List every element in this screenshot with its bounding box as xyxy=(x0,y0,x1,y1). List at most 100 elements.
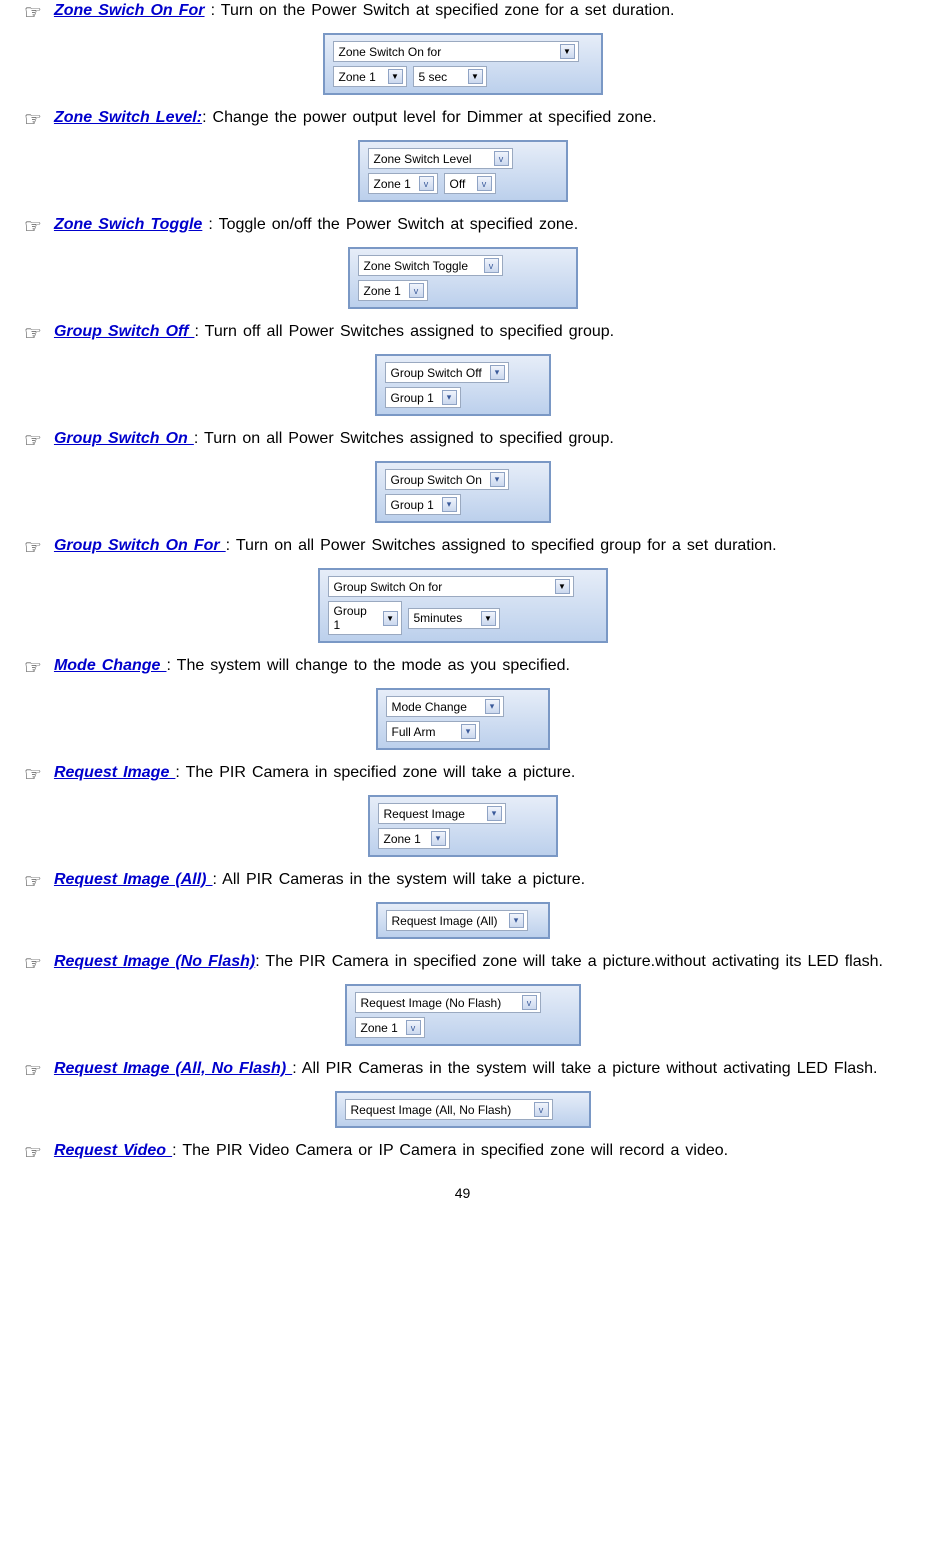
dropdown-select[interactable]: Full Arm▾ xyxy=(386,721,480,742)
dropdown-panel: Request Image (All)▾ xyxy=(376,902,550,939)
dropdown-select[interactable]: Zone 1▾ xyxy=(378,828,450,849)
dropdown-panel: Zone Switch Togglev Zone 1v xyxy=(348,247,578,309)
item-text: Group Switch Off : Turn off all Power Sw… xyxy=(54,321,905,343)
dropdown-label: Group Switch On xyxy=(391,473,482,487)
term-label: Zone Swich Toggle xyxy=(54,216,202,233)
dropdown-label: Group 1 xyxy=(391,498,434,512)
dropdown-label: Group Switch On for xyxy=(334,580,443,594)
dropdown-label: Group Switch Off xyxy=(391,366,482,380)
term-description: : Toggle on/off the Power Switch at spec… xyxy=(202,216,578,233)
dropdown-select[interactable]: Group 1▾ xyxy=(385,387,461,408)
dropdown-label: Zone Switch Level xyxy=(374,152,472,166)
dropdown-select[interactable]: 5minutes▼ xyxy=(408,608,500,629)
item-text: Request Image (All, No Flash) : All PIR … xyxy=(54,1058,905,1080)
item-text: Request Image (All) : All PIR Cameras in… xyxy=(54,869,905,891)
item-text: Zone Swich Toggle : Toggle on/off the Po… xyxy=(54,214,905,236)
dropdown-label: Off xyxy=(450,177,466,191)
term-description: : The PIR Camera in specified zone will … xyxy=(175,764,575,781)
dropdown-label: Group 1 xyxy=(391,391,434,405)
dropdown-label: Request Image (All) xyxy=(392,914,498,928)
item-text: Mode Change : The system will change to … xyxy=(54,655,905,677)
item-text: Zone Switch Level:: Change the power out… xyxy=(54,107,905,129)
term-label: Request Image (All) xyxy=(54,871,213,888)
dropdown-select[interactable]: Zone Switch On for▼ xyxy=(333,41,579,62)
dropdown-label: Request Image (All, No Flash) xyxy=(351,1103,512,1117)
term-description: : All PIR Cameras in the system will tak… xyxy=(292,1060,877,1077)
term-description: : Turn off all Power Switches assigned t… xyxy=(194,323,614,340)
dropdown-panel: Mode Change▾ Full Arm▾ xyxy=(376,688,550,750)
dropdown-panel: Group Switch On▾ Group 1▾ xyxy=(375,461,551,523)
dropdown-select[interactable]: Group Switch Off▾ xyxy=(385,362,509,383)
dropdown-label: Mode Change xyxy=(392,700,467,714)
dropdown-select[interactable]: Group Switch On▾ xyxy=(385,469,509,490)
dropdown-select[interactable]: Zone 1v xyxy=(368,173,438,194)
dropdown-label: 5minutes xyxy=(414,611,463,625)
page-number: 49 xyxy=(20,1185,905,1201)
term-description: : Turn on the Power Switch at specified … xyxy=(205,2,675,19)
pointing-hand-icon: ☞ xyxy=(20,321,42,346)
dropdown-select[interactable]: Request Image (All)▾ xyxy=(386,910,528,931)
term-description: : All PIR Cameras in the system will tak… xyxy=(213,871,586,888)
dropdown-select[interactable]: Zone Switch Togglev xyxy=(358,255,503,276)
pointing-hand-icon: ☞ xyxy=(20,0,42,25)
dropdown-select[interactable]: 5 sec▼ xyxy=(413,66,487,87)
term-description: : The PIR Camera in specified zone will … xyxy=(255,953,883,970)
pointing-hand-icon: ☞ xyxy=(20,535,42,560)
pointing-hand-icon: ☞ xyxy=(20,762,42,787)
pointing-hand-icon: ☞ xyxy=(20,107,42,132)
item-text: Group Switch On For : Turn on all Power … xyxy=(54,535,905,557)
dropdown-select[interactable]: Zone 1▼ xyxy=(333,66,407,87)
item-text: Group Switch On : Turn on all Power Swit… xyxy=(54,428,905,450)
dropdown-panel: Group Switch On for▼ Group 1▼ 5minutes▼ xyxy=(318,568,608,643)
term-description: : Change the power output level for Dimm… xyxy=(202,109,656,126)
dropdown-label: Request Image (No Flash) xyxy=(361,996,502,1010)
dropdown-select[interactable]: Zone 1v xyxy=(355,1017,425,1038)
item-text: Request Image : The PIR Camera in specif… xyxy=(54,762,905,784)
term-description: : The system will change to the mode as … xyxy=(166,657,569,674)
term-description: : Turn on all Power Switches assigned to… xyxy=(226,537,777,554)
dropdown-select[interactable]: Request Image▾ xyxy=(378,803,506,824)
dropdown-panel: Request Image▾ Zone 1▾ xyxy=(368,795,558,857)
dropdown-panel: Request Image (No Flash)v Zone 1v xyxy=(345,984,581,1046)
term-label: Request Image (All, No Flash) xyxy=(54,1060,292,1077)
pointing-hand-icon: ☞ xyxy=(20,869,42,894)
term-label: Group Switch Off xyxy=(54,323,195,340)
dropdown-label: Request Image xyxy=(384,807,465,821)
dropdown-panel: Group Switch Off▾ Group 1▾ xyxy=(375,354,551,416)
item-text: Request Image (No Flash): The PIR Camera… xyxy=(54,951,905,973)
dropdown-select[interactable]: Zone Switch Levelv xyxy=(368,148,513,169)
dropdown-label: Zone 1 xyxy=(384,832,421,846)
term-label: Group Switch On For xyxy=(54,537,226,554)
item-text: Zone Swich On For : Turn on the Power Sw… xyxy=(54,0,905,22)
pointing-hand-icon: ☞ xyxy=(20,214,42,239)
dropdown-select[interactable]: Group 1▼ xyxy=(328,601,402,635)
dropdown-select[interactable]: Offv xyxy=(444,173,496,194)
dropdown-label: Zone 1 xyxy=(361,1021,398,1035)
dropdown-select[interactable]: Request Image (All, No Flash)v xyxy=(345,1099,553,1120)
term-label: Request Image (No Flash) xyxy=(54,953,255,970)
dropdown-label: Group 1 xyxy=(334,604,377,632)
dropdown-select[interactable]: Zone 1v xyxy=(358,280,428,301)
dropdown-label: Zone Switch Toggle xyxy=(364,259,469,273)
dropdown-panel: Request Image (All, No Flash)v xyxy=(335,1091,591,1128)
dropdown-select[interactable]: Mode Change▾ xyxy=(386,696,504,717)
term-label: Request Video xyxy=(54,1142,172,1159)
pointing-hand-icon: ☞ xyxy=(20,951,42,976)
pointing-hand-icon: ☞ xyxy=(20,1058,42,1083)
dropdown-select[interactable]: Request Image (No Flash)v xyxy=(355,992,541,1013)
term-label: Zone Swich On For xyxy=(54,2,205,19)
dropdown-label: Zone 1 xyxy=(364,284,401,298)
term-label: Zone Switch Level: xyxy=(54,109,202,126)
dropdown-select[interactable]: Group Switch On for▼ xyxy=(328,576,574,597)
dropdown-label: Zone 1 xyxy=(374,177,411,191)
dropdown-label: Zone 1 xyxy=(339,70,376,84)
term-label: Group Switch On xyxy=(54,430,194,447)
term-description: : Turn on all Power Switches assigned to… xyxy=(194,430,614,447)
dropdown-label: 5 sec xyxy=(419,70,448,84)
dropdown-select[interactable]: Group 1▾ xyxy=(385,494,461,515)
dropdown-panel: Zone Switch Levelv Zone 1v Offv xyxy=(358,140,568,202)
item-text: Request Video : The PIR Video Camera or … xyxy=(54,1140,905,1162)
dropdown-panel: Zone Switch On for▼ Zone 1▼ 5 sec▼ xyxy=(323,33,603,95)
term-label: Mode Change xyxy=(54,657,167,674)
term-description: : The PIR Video Camera or IP Camera in s… xyxy=(172,1142,728,1159)
